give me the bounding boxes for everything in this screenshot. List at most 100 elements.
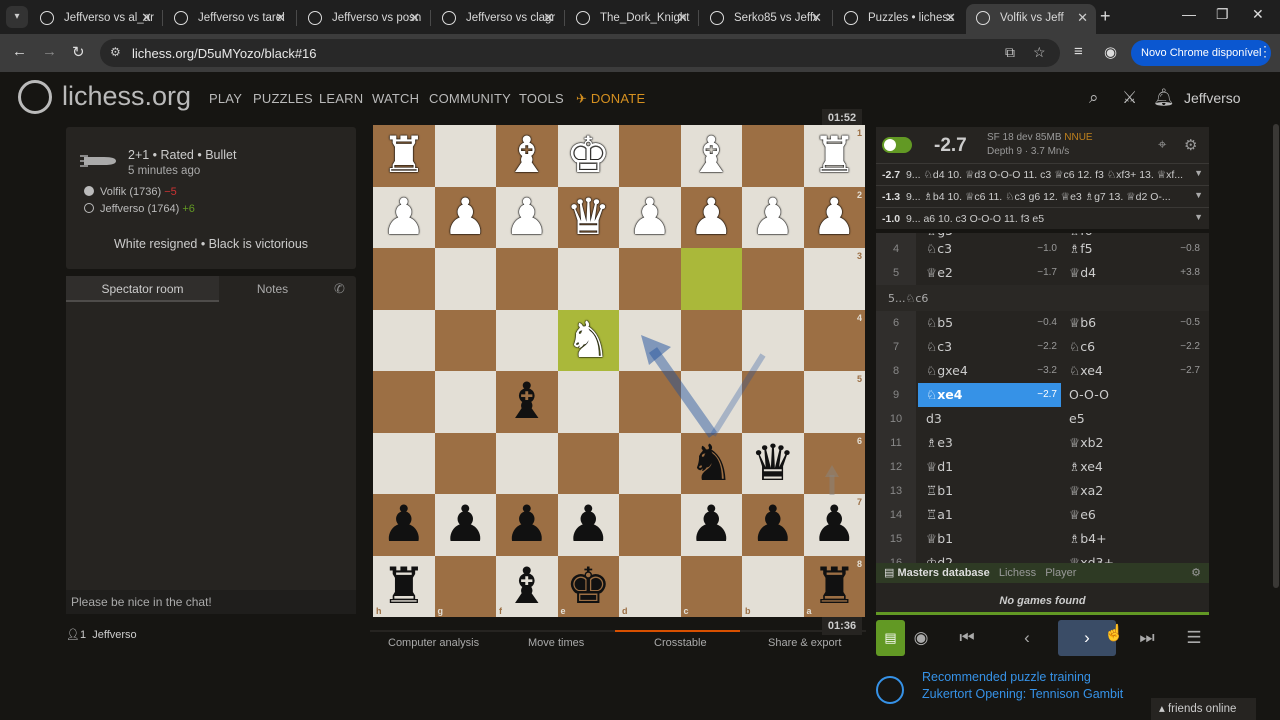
- square-h3[interactable]: [373, 248, 435, 310]
- black-piece-f7[interactable]: ♟: [496, 494, 558, 556]
- explorer-db-lichess[interactable]: Lichess: [999, 567, 1036, 579]
- nav-learn[interactable]: LEARN: [319, 91, 363, 106]
- white-piece-d2[interactable]: ♟: [619, 187, 681, 249]
- square-b8[interactable]: [742, 555, 804, 617]
- square-a6[interactable]: [803, 432, 865, 494]
- square-g1[interactable]: [434, 125, 496, 187]
- move-white[interactable]: ♔d2: [918, 551, 1061, 563]
- move-white[interactable]: ♘gxe4 −3.2: [918, 359, 1061, 383]
- chrome-update-button[interactable]: Novo Chrome disponível: [1131, 40, 1272, 66]
- move-black[interactable]: ♕d4 +3.8: [1061, 261, 1204, 285]
- chat-input[interactable]: Please be nice in the chat!: [66, 590, 356, 614]
- move-black[interactable]: ♕xb2: [1061, 431, 1204, 455]
- user-menu[interactable]: Jeffverso: [1184, 90, 1241, 106]
- nav-tools[interactable]: TOOLS: [519, 91, 564, 106]
- nav-donate[interactable]: ✈ DONATE: [576, 91, 645, 107]
- square-d3[interactable]: [619, 248, 681, 310]
- black-piece-e7[interactable]: ♟: [558, 494, 620, 556]
- square-g3[interactable]: [434, 248, 496, 310]
- browser-tab-active[interactable]: Volfik vs Jeff ✕: [966, 4, 1096, 34]
- last-move-button[interactable]: ⏭: [1134, 620, 1160, 656]
- white-piece-f1[interactable]: ♝: [496, 125, 558, 187]
- browser-tab[interactable]: Puzzles • lichess ✕: [834, 4, 964, 32]
- black-piece-a7[interactable]: ♟: [804, 494, 866, 556]
- move-white[interactable]: ♗e3: [918, 431, 1061, 455]
- move-white[interactable]: ♖a1: [918, 503, 1061, 527]
- white-piece-a1[interactable]: ♜: [804, 125, 866, 187]
- white-piece-e2[interactable]: ♛: [558, 187, 620, 249]
- move-black[interactable]: ♗f5 −0.8: [1061, 237, 1204, 261]
- nav-community[interactable]: COMMUNITY: [429, 91, 511, 106]
- close-icon[interactable]: ✕: [543, 4, 554, 32]
- browser-tab[interactable]: Jeffverso vs tarel ✕: [164, 4, 294, 32]
- first-move-button[interactable]: ⏮: [954, 620, 980, 656]
- reload-button[interactable]: ↻: [72, 43, 85, 61]
- explorer-db-masters[interactable]: Masters database: [897, 567, 989, 579]
- move-white-active[interactable]: ♘xe4 −2.7: [918, 383, 1061, 407]
- forward-button[interactable]: →: [42, 43, 57, 60]
- friends-online-box[interactable]: ▴ friends online: [1151, 698, 1256, 720]
- square-d7[interactable]: [619, 494, 681, 556]
- square-b3[interactable]: [742, 248, 804, 310]
- square-h5[interactable]: [373, 371, 435, 433]
- move-white[interactable]: d3: [918, 407, 1061, 431]
- close-icon[interactable]: ✕: [141, 4, 152, 32]
- site-info-icon[interactable]: ⚙: [110, 45, 121, 59]
- chrome-menu-icon[interactable]: ⋮: [1258, 43, 1272, 60]
- nav-puzzles[interactable]: PUZZLES: [253, 91, 313, 106]
- close-icon[interactable]: ✕: [677, 4, 688, 32]
- maximize-button[interactable]: ❐: [1216, 6, 1229, 23]
- square-b5[interactable]: [742, 371, 804, 433]
- move-white[interactable]: ♖b1: [918, 479, 1061, 503]
- square-a4[interactable]: [803, 309, 865, 371]
- move-black[interactable]: ♕b6 −0.5: [1061, 311, 1204, 335]
- square-h6[interactable]: [373, 432, 435, 494]
- black-piece-c6[interactable]: ♞: [681, 433, 743, 495]
- square-c8[interactable]: [680, 555, 742, 617]
- move-black[interactable]: e5: [1061, 407, 1204, 431]
- engine-toggle[interactable]: [882, 137, 912, 153]
- black-piece-b7[interactable]: ♟: [742, 494, 804, 556]
- black-piece-a8[interactable]: ♜: [804, 556, 866, 618]
- white-piece-f2[interactable]: ♟: [496, 187, 558, 249]
- explorer-settings-gear-icon[interactable]: ⚙: [1191, 563, 1201, 583]
- black-piece-f5[interactable]: ♝: [496, 371, 558, 433]
- puzzle-rec-theme[interactable]: Zukertort Opening: Tennison Gambit: [922, 687, 1123, 701]
- tab-share-export[interactable]: Share & export: [768, 637, 841, 661]
- move-white[interactable]: ♕d1: [918, 455, 1061, 479]
- white-piece-g2[interactable]: ♟: [435, 187, 497, 249]
- black-piece-b6[interactable]: ♛: [742, 433, 804, 495]
- white-player[interactable]: Volfik (1736) −5: [84, 186, 177, 198]
- address-bar[interactable]: ⚙ lichess.org/D5uMYozo/black#16 ⧉ ☆: [100, 39, 1060, 67]
- white-piece-a2[interactable]: ♟: [804, 187, 866, 249]
- move-white[interactable]: ♘c3 −1.0: [918, 237, 1061, 261]
- black-piece-c7[interactable]: ♟: [681, 494, 743, 556]
- pv-line[interactable]: -1.3 9... ♗b4 10. ♕c6 11. ♘c3 g6 12. ♕e3…: [876, 185, 1209, 207]
- black-piece-g7[interactable]: ♟: [435, 494, 497, 556]
- nav-watch[interactable]: WATCH: [372, 91, 419, 106]
- new-tab-button[interactable]: +: [1100, 6, 1111, 27]
- square-c3[interactable]: [680, 248, 742, 310]
- square-g6[interactable]: [434, 432, 496, 494]
- chess-board[interactable]: ♜ ♝ ♚ ♝ ♜ ♟ ♟ ♟ ♛ ♟ ♟ ♟ ♟ ♞ ♝ ♞ ♛ ♟ ♟ ♟ ♟ ♟ ♟ ♟ ♜ ♝ ♚ ♜ 1 2 3 4 5 6 7 8 h g f e…: [373, 125, 865, 617]
- square-h4[interactable]: [373, 309, 435, 371]
- lichess-logo-icon[interactable]: [18, 80, 52, 114]
- white-piece-h2[interactable]: ♟: [373, 187, 435, 249]
- target-icon[interactable]: ⌖: [1158, 136, 1166, 153]
- browser-tab[interactable]: Jeffverso vs clagr ✕: [432, 4, 562, 32]
- browser-tab[interactable]: Jeffverso vs al_ar ✕: [30, 4, 160, 32]
- square-a3[interactable]: [803, 248, 865, 310]
- black-piece-e8[interactable]: ♚: [558, 556, 620, 618]
- move-black[interactable]: ♗b4+: [1061, 527, 1204, 551]
- menu-hamburger-icon[interactable]: ☰: [1181, 620, 1207, 656]
- close-icon[interactable]: ✕: [811, 4, 822, 32]
- square-c5[interactable]: [680, 371, 742, 433]
- move-white[interactable]: ♕e2 −1.7: [918, 261, 1061, 285]
- move-black[interactable]: ♘xe4 −2.7: [1061, 359, 1204, 383]
- square-g8[interactable]: [434, 555, 496, 617]
- square-g5[interactable]: [434, 371, 496, 433]
- move-black[interactable]: ♕xd3+: [1061, 551, 1204, 563]
- tab-notes[interactable]: Notes: [219, 276, 326, 302]
- black-player[interactable]: Jeffverso (1764) +6: [84, 203, 195, 215]
- square-f6[interactable]: [496, 432, 558, 494]
